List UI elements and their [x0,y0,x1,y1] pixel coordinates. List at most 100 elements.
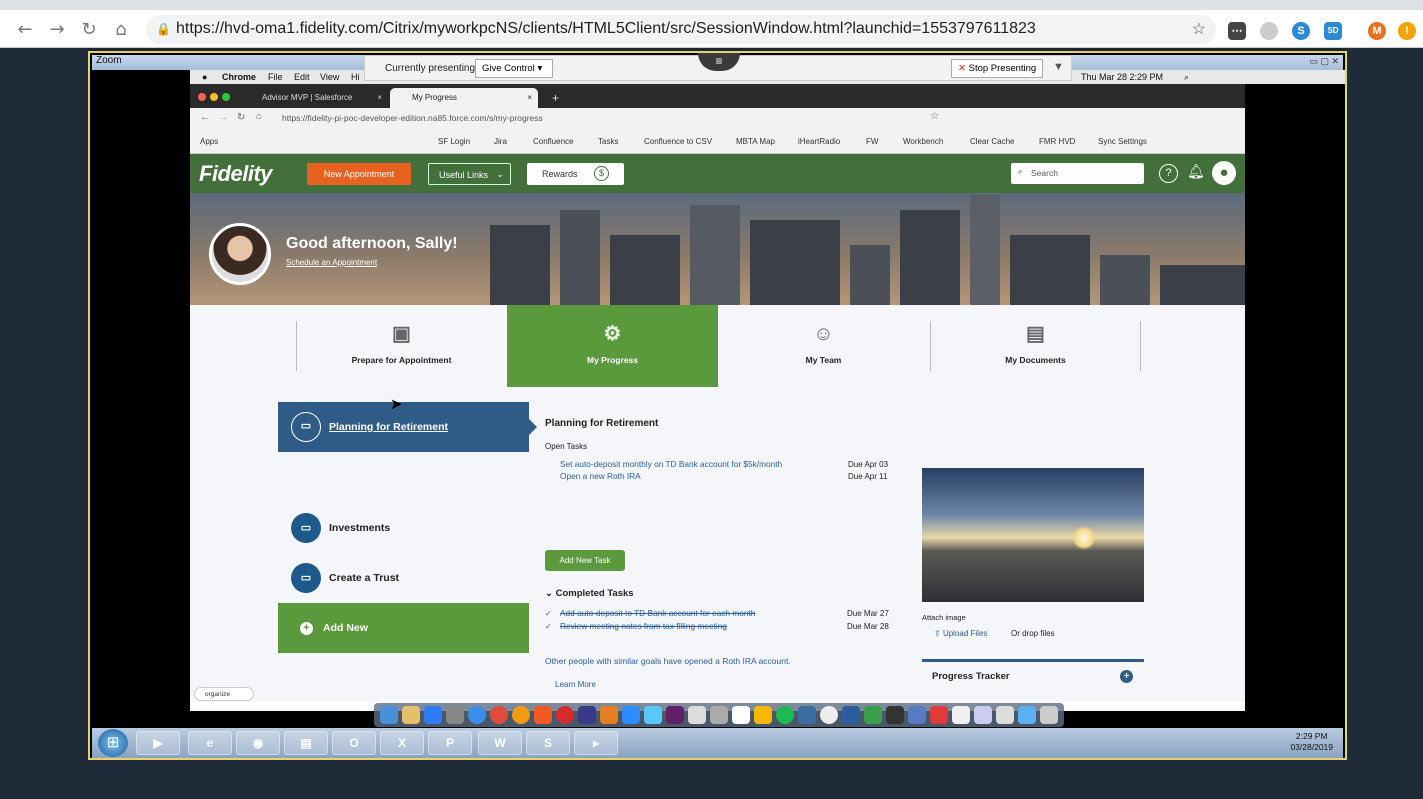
safari-icon[interactable] [468,706,486,724]
excel-icon[interactable]: X [380,731,424,755]
address-bar[interactable]: 🔒 https://hvd-oma1.fidelity.com/Citrix/m… [146,15,1216,44]
spotlight-icon[interactable]: ⌕ [1184,72,1189,83]
schedule-appointment-link[interactable]: Schedule an Appointment [286,258,377,267]
taskbar-clock[interactable]: 2:29 PM 03/28/2019 [1290,731,1333,753]
bookmark-jira[interactable]: Jira [494,137,507,146]
app-icon[interactable] [600,706,618,724]
bookmark-fw[interactable]: FW [866,137,878,146]
tab-prepare-appointment[interactable]: ▣ Prepare for Appointment [296,305,507,387]
tab-my-progress-nav[interactable]: ⚙ My Progress [507,305,718,387]
ie-icon[interactable]: e [188,731,232,755]
inner-reload-icon[interactable]: ↻ [237,112,245,123]
reload-icon[interactable]: ↻ [78,19,100,40]
menu-history[interactable]: Hi [351,72,360,82]
menu-chrome[interactable]: Chrome [222,72,256,82]
search-input[interactable]: ⌕ Search [1011,163,1144,184]
completed-task-link[interactable]: Add auto-deposit to TD Bank account for … [560,608,755,618]
useful-links-dropdown[interactable]: Useful Links ⌄ [428,163,511,185]
bell-icon[interactable]: 🔔︎ [1187,163,1205,180]
bookmark-sync-settings[interactable]: Sync Settings [1098,137,1147,146]
app-icon[interactable] [974,706,992,724]
app-icon[interactable] [864,706,882,724]
window-controls[interactable]: ▭ ▢ ✕ [1309,56,1339,67]
upload-files-button[interactable]: ⇪ Upload Files [934,629,987,638]
word-icon[interactable]: W [478,731,522,755]
add-new-goal-button[interactable]: + Add New [278,603,529,653]
preview-icon[interactable] [402,706,420,724]
menu-edit[interactable]: Edit [294,72,310,82]
progress-tracker[interactable]: Progress Tracker + [922,659,1144,689]
app-icon[interactable] [644,706,662,724]
app-icon[interactable] [930,706,948,724]
help-icon[interactable]: ? [1159,164,1178,183]
app-icon[interactable] [842,706,860,724]
add-new-task-button[interactable]: Add New Task [545,550,625,571]
inner-address-bar[interactable]: ← → ↻ ⌂ https://fidelity-pi-poc-develope… [190,108,1245,130]
tab-advisor-mvp[interactable]: Advisor MVP | Salesforce × [240,88,386,108]
mac-minimize-icon[interactable] [210,93,218,101]
skype-icon[interactable]: S [526,731,570,755]
bookmark-workbench[interactable]: Workbench [903,137,943,146]
sketch-icon[interactable] [754,706,772,724]
tab-my-progress[interactable]: My Progress × [390,88,538,108]
home-icon[interactable]: ⌂ [110,19,132,40]
bookmark-sf-login[interactable]: SF Login [438,137,470,146]
rewards-button[interactable]: Rewards $ [527,163,624,185]
star-bookmark-icon[interactable]: ☆ [1192,19,1206,39]
learn-more-link[interactable]: Learn More [555,680,596,689]
inner-star-icon[interactable]: ☆ [930,111,939,122]
profile-avatar[interactable]: M [1368,22,1386,40]
goal-item-create-trust[interactable]: ▭ Create a Trust [278,553,529,603]
back-arrow-icon[interactable]: ← [14,19,36,40]
app-icon[interactable] [886,706,904,724]
brave-icon[interactable] [534,706,552,724]
app-icon[interactable] [578,706,596,724]
new-appointment-button[interactable]: New Appointment [307,163,411,185]
extension-icon[interactable]: ⋯ [1228,22,1246,40]
bookmark-fmr-hvd[interactable]: FMR HVD [1039,137,1075,146]
skype-ext-icon[interactable]: S [1292,22,1310,40]
mac-maximize-icon[interactable] [222,93,230,101]
extension-circle-icon[interactable] [1260,22,1278,40]
zoom-app-icon[interactable] [622,706,640,724]
bookmark-apps[interactable]: Apps [200,137,218,146]
open-task-link[interactable]: Set auto-deposit monthly on TD Bank acco… [560,459,782,469]
bookmark-iheartradio[interactable]: iHeartRadio [798,137,840,146]
menu-file[interactable]: File [268,72,283,82]
start-button[interactable]: ⊞ [98,729,128,757]
tab-close-icon[interactable]: × [377,93,382,102]
fidelity-logo[interactable]: Fidelity [199,161,273,187]
bookmark-clear-cache[interactable]: Clear Cache [970,137,1014,146]
tab-my-team[interactable]: ☺ My Team [718,305,929,387]
outer-tab-strip[interactable] [0,0,1423,10]
zoom-icon[interactable]: ▸ [574,731,618,755]
mac-close-icon[interactable] [198,93,206,101]
app-icon[interactable] [798,706,816,724]
add-circle-icon[interactable]: + [1120,670,1133,683]
explorer-icon[interactable]: ▤ [284,731,328,755]
inner-back-icon[interactable]: ← [200,112,210,123]
media-player-icon[interactable]: ▶ [136,731,180,755]
completed-task-link[interactable]: Review meeting notes from tax filling me… [560,621,727,631]
app-icon[interactable] [952,706,970,724]
goal-item-investments[interactable]: ▭ Investments [278,503,529,553]
bookmark-confluence[interactable]: Confluence [533,137,573,146]
chrome-icon[interactable] [490,706,508,724]
spotify-icon[interactable] [776,706,794,724]
app-icon[interactable] [820,706,838,724]
finder-icon[interactable] [380,706,398,724]
app-store-icon[interactable] [424,706,442,724]
completed-tasks-toggle[interactable]: ⌄ Completed Tasks [545,588,634,599]
new-tab-button[interactable]: + [530,86,559,106]
apple-icon[interactable]: ● [202,72,207,82]
outlook-icon[interactable]: O [332,731,376,755]
app-icon[interactable] [996,706,1014,724]
warning-icon[interactable]: ! [1398,22,1416,40]
give-control-dropdown[interactable]: Give Control ▾ [475,59,553,78]
trash-icon[interactable] [1040,706,1058,724]
calendar-app-icon[interactable] [688,706,706,724]
bookmark-confluence-csv[interactable]: Confluence to CSV [644,137,712,146]
user-avatar-icon[interactable]: ● [1212,161,1236,185]
bookmark-tasks[interactable]: Tasks [598,137,618,146]
app-icon[interactable] [908,706,926,724]
